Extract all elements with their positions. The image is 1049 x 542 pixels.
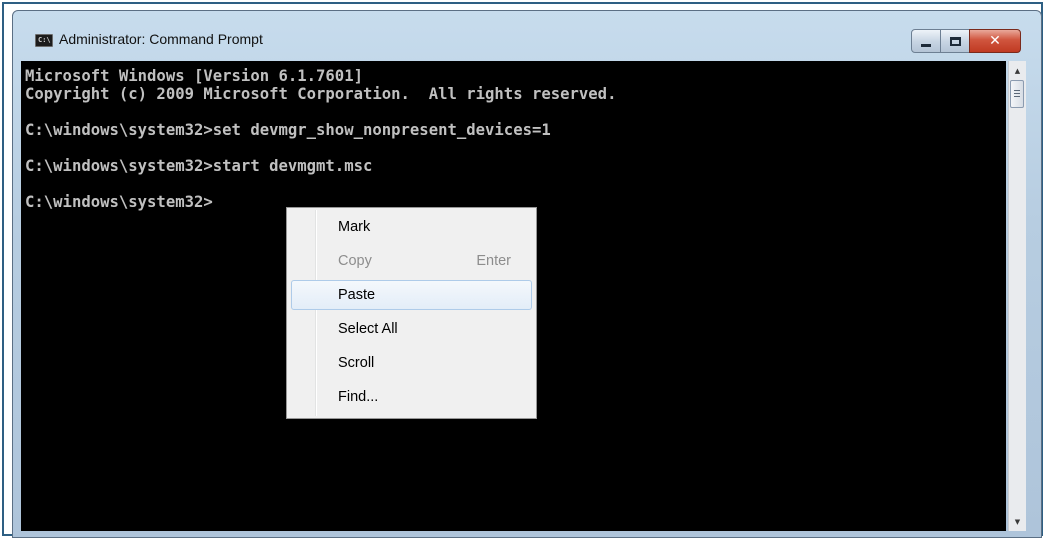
menu-item-shortcut: Enter [476, 253, 511, 269]
menu-item-find[interactable]: Find... [291, 382, 532, 412]
console-line-start-command: C:\windows\system32>start devmgmt.msc [25, 157, 373, 175]
scroll-thumb[interactable] [1010, 80, 1024, 108]
close-button[interactable]: ✕ [969, 29, 1021, 53]
scroll-up-arrow-icon[interactable]: ▲ [1009, 62, 1026, 79]
vertical-scrollbar[interactable]: ▲ ▼ [1008, 61, 1026, 531]
console-line-copyright: Copyright (c) 2009 Microsoft Corporation… [25, 85, 617, 103]
thumb-grip-line [1014, 93, 1020, 94]
window-title: Administrator: Command Prompt [59, 31, 263, 47]
menu-item-copy[interactable]: Copy Enter [291, 246, 532, 276]
caption-buttons: ✕ [911, 29, 1021, 53]
maximize-button[interactable] [940, 29, 970, 53]
console-prompt: C:\windows\system32> [25, 193, 213, 211]
menu-item-label: Mark [338, 219, 371, 235]
close-icon: ✕ [989, 33, 1001, 49]
menu-item-scroll[interactable]: Scroll [291, 348, 532, 378]
thumb-grip-line [1014, 96, 1020, 97]
minimize-button[interactable] [911, 29, 941, 53]
command-prompt-icon[interactable]: C:\ [35, 34, 53, 47]
menu-item-label: Paste [338, 287, 376, 303]
menu-item-paste[interactable]: Paste [291, 280, 532, 310]
minimize-icon [921, 43, 931, 47]
context-menu: Mark Copy Enter Paste Select All Scroll … [286, 207, 537, 419]
icon-text: C:\ [38, 36, 51, 44]
menu-item-select-all[interactable]: Select All [291, 314, 532, 344]
scroll-down-arrow-icon[interactable]: ▼ [1009, 513, 1026, 530]
menu-item-label: Select All [338, 321, 398, 337]
console-line-set-command: C:\windows\system32>set devmgr_show_nonp… [25, 121, 551, 139]
menu-item-label: Scroll [338, 355, 375, 371]
title-bar[interactable]: C:\ Administrator: Command Prompt ✕ [13, 11, 1041, 55]
thumb-grip-line [1014, 90, 1020, 91]
console-line-version: Microsoft Windows [Version 6.1.7601] [25, 67, 363, 85]
menu-item-label: Find... [338, 389, 379, 405]
menu-item-mark[interactable]: Mark [291, 212, 532, 242]
menu-item-label: Copy [338, 253, 372, 269]
maximize-icon [949, 36, 961, 46]
